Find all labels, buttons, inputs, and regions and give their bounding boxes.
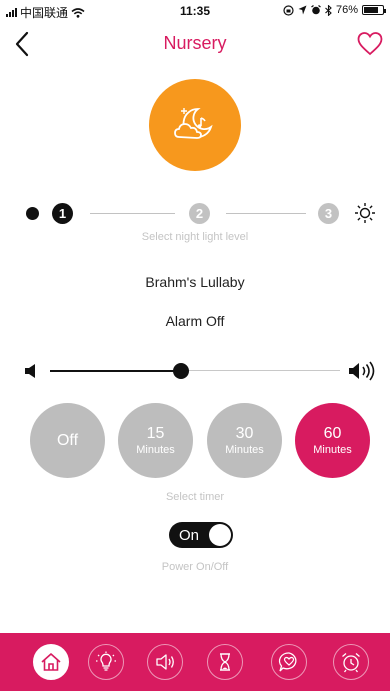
volume-slider[interactable] — [0, 358, 390, 384]
hourglass-icon — [220, 653, 230, 671]
battery-percent: 76% — [335, 4, 358, 16]
tab-light[interactable] — [88, 644, 124, 680]
timer-unit: Minutes — [313, 443, 352, 456]
track-name[interactable]: Brahm's Lullaby — [0, 274, 390, 290]
battery-fill — [364, 7, 378, 13]
alarm-status-icon — [311, 5, 321, 15]
home-icon — [41, 653, 61, 671]
status-bar: 中国联通 11:35 76% — [0, 0, 390, 22]
timer-hint: Select timer — [165, 491, 225, 503]
tab-home[interactable] — [33, 644, 69, 680]
tab-bar — [0, 633, 390, 691]
alarm-clock-icon — [342, 653, 360, 673]
power-hint: Power On/Off — [161, 561, 229, 573]
light-level-3[interactable]: 3 — [318, 203, 339, 224]
light-level-1[interactable]: 1 — [52, 203, 73, 224]
heart-bubble-icon — [278, 652, 297, 672]
favorite-button[interactable] — [356, 30, 384, 58]
light-bulb-icon — [96, 651, 116, 671]
timer-value: 30 — [235, 424, 254, 442]
tab-alarm[interactable] — [333, 644, 369, 680]
speaker-icon — [156, 654, 174, 670]
power-state-label: On — [179, 527, 200, 544]
location-icon — [298, 5, 307, 15]
volume-thumb[interactable] — [172, 363, 189, 379]
tab-favorites[interactable] — [271, 644, 307, 680]
tab-timer[interactable] — [207, 644, 243, 680]
power-toggle[interactable]: On — [169, 522, 233, 548]
battery-icon — [362, 5, 386, 15]
night-mode-button[interactable] — [149, 79, 241, 171]
timer-option-60[interactable]: 60 Minutes — [295, 403, 370, 478]
timer-value: 15 — [146, 424, 165, 442]
light-off-indicator — [26, 207, 39, 220]
bluetooth-icon — [325, 4, 332, 16]
level-line — [226, 213, 306, 214]
level-line — [90, 213, 175, 214]
light-level-hint: Select night light level — [141, 231, 249, 243]
tab-sound[interactable] — [147, 644, 183, 680]
timer-option-off[interactable]: Off — [30, 403, 105, 478]
lock-rotation-icon — [283, 4, 294, 16]
timer-value: 60 — [323, 424, 342, 442]
timer-unit: Minutes — [225, 443, 264, 456]
timer-unit: Minutes — [136, 443, 175, 456]
moon-cloud-music-icon — [174, 108, 213, 139]
timer-option-15[interactable]: 15 Minutes — [118, 403, 193, 478]
sun-icon — [355, 203, 375, 223]
volume-high-icon — [349, 361, 375, 381]
volume-track-empty — [180, 370, 340, 371]
nav-bar: Nursery — [0, 24, 390, 64]
alarm-status[interactable]: Alarm Off — [0, 313, 390, 329]
page-title: Nursery — [163, 33, 227, 53]
light-level-selector: 1 2 3 — [0, 200, 390, 228]
light-level-2[interactable]: 2 — [189, 203, 210, 224]
heart-icon — [357, 32, 383, 56]
power-toggle-knob — [209, 524, 231, 546]
timer-value: Off — [56, 431, 79, 449]
timer-option-30[interactable]: 30 Minutes — [207, 403, 282, 478]
status-right: 76% — [283, 4, 386, 16]
volume-low-icon — [25, 364, 35, 378]
volume-track-filled — [50, 370, 181, 372]
